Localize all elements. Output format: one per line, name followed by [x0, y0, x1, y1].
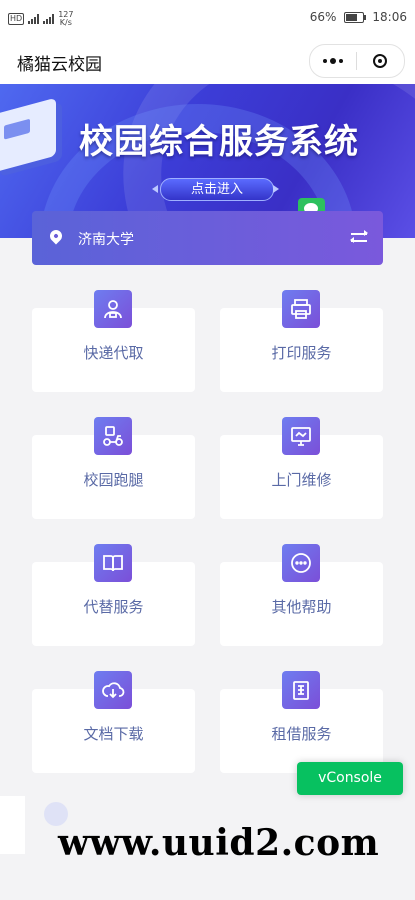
signal-icon — [28, 14, 40, 24]
banner-title: 校园综合服务系统 — [79, 122, 359, 162]
dot-icon — [339, 59, 343, 63]
printer-icon[interactable] — [282, 290, 320, 328]
status-right: 66% 18:06 — [310, 10, 407, 24]
hd-badge: HD — [8, 13, 25, 25]
page-title: 橘猫云校园 — [17, 55, 102, 75]
switch-arrows-icon[interactable] — [350, 230, 368, 244]
bottom-card-partial — [0, 796, 25, 854]
arrow-left-icon — [152, 185, 158, 193]
courier-icon[interactable] — [94, 290, 132, 328]
net-speed: 127 K/s — [58, 11, 73, 27]
monitor-icon[interactable] — [282, 417, 320, 455]
miniprogram-capsule — [309, 44, 405, 78]
book-icon[interactable] — [94, 544, 132, 582]
status-left: HD 127 K/s — [8, 11, 73, 27]
signal-icon-2 — [43, 14, 55, 24]
scooter-icon[interactable] — [94, 417, 132, 455]
campus-selector[interactable]: 济南大学 — [32, 211, 383, 265]
service-label: 校园跑腿 — [83, 471, 144, 489]
service-label: 租借服务 — [271, 725, 332, 743]
service-label: 文档下载 — [83, 725, 144, 743]
arrow-right-icon — [273, 185, 279, 193]
campus-name: 济南大学 — [78, 232, 134, 248]
enter-button[interactable]: 点击进入 — [160, 178, 274, 201]
service-label: 上门维修 — [271, 471, 332, 489]
nav-bar: 橘猫云校园 — [0, 36, 415, 84]
computer-illustration-icon — [0, 97, 56, 173]
target-icon — [373, 54, 387, 68]
cloud-download-icon[interactable] — [94, 671, 132, 709]
dot-icon — [323, 59, 327, 63]
status-bar: HD 127 K/s 66% 18:06 — [0, 0, 415, 36]
battery-percent: 66% — [309, 10, 337, 24]
service-label: 快递代取 — [83, 344, 144, 362]
dot-icon — [330, 58, 336, 64]
more-icon[interactable] — [282, 544, 320, 582]
net-speed-unit: K/s — [59, 18, 72, 27]
close-miniprogram-button[interactable] — [357, 45, 403, 77]
battery-icon — [344, 11, 367, 23]
location-pin-icon — [47, 227, 65, 245]
watermark-text: www.uuid2.com — [58, 822, 380, 864]
rent-icon[interactable] — [282, 671, 320, 709]
service-label: 代替服务 — [83, 598, 144, 616]
more-menu-button[interactable] — [310, 45, 356, 77]
service-label: 其他帮助 — [271, 598, 332, 616]
clock: 18:06 — [372, 10, 407, 24]
vconsole-button[interactable]: vConsole — [297, 762, 403, 795]
service-label: 打印服务 — [271, 344, 332, 362]
